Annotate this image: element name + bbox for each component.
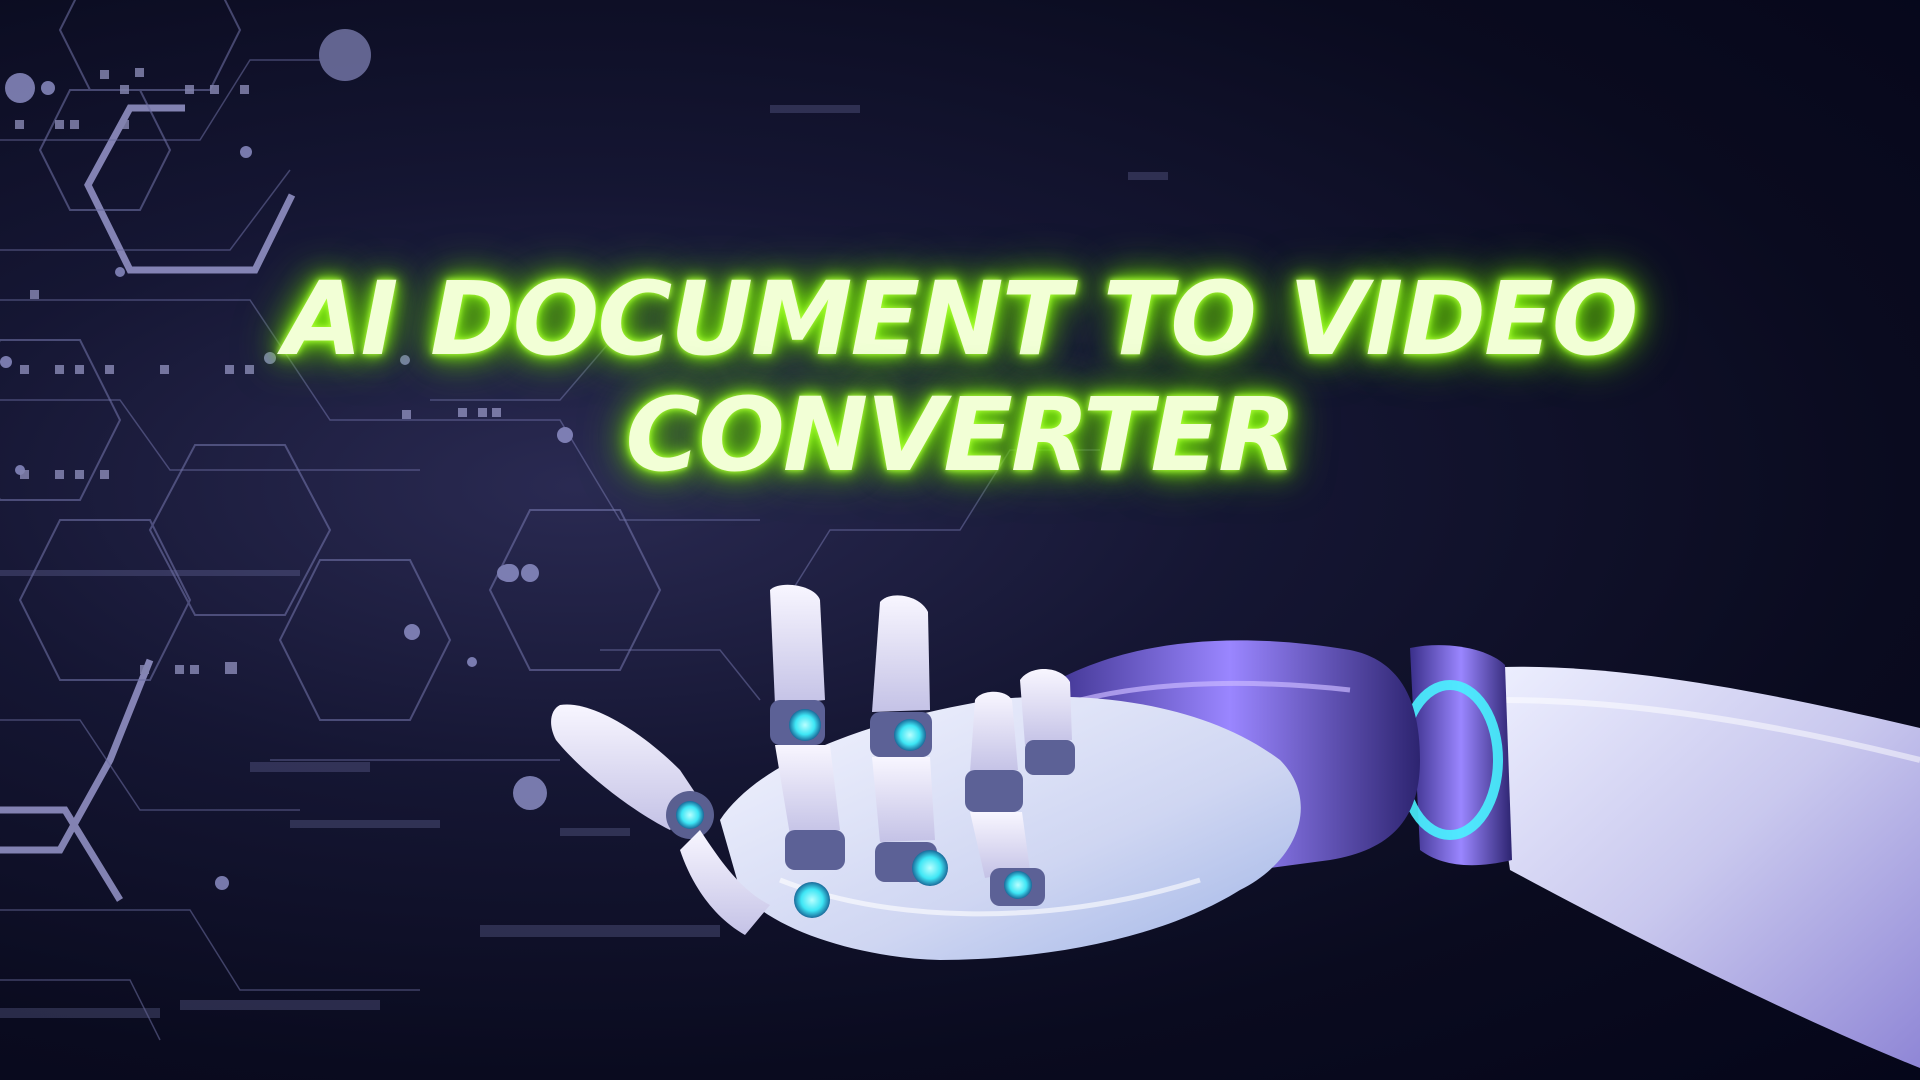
robot-hand-image xyxy=(551,584,1920,1068)
robot-pinky-finger xyxy=(1020,668,1075,775)
headline-title: AI DOCUMENT TO VIDEO CONVERTER xyxy=(0,262,1920,494)
background-scene xyxy=(0,0,1920,1068)
robot-forearm xyxy=(1397,645,1920,1068)
headline-line-2: CONVERTER xyxy=(625,376,1296,495)
headline-line-1: AI DOCUMENT TO VIDEO xyxy=(283,260,1639,379)
